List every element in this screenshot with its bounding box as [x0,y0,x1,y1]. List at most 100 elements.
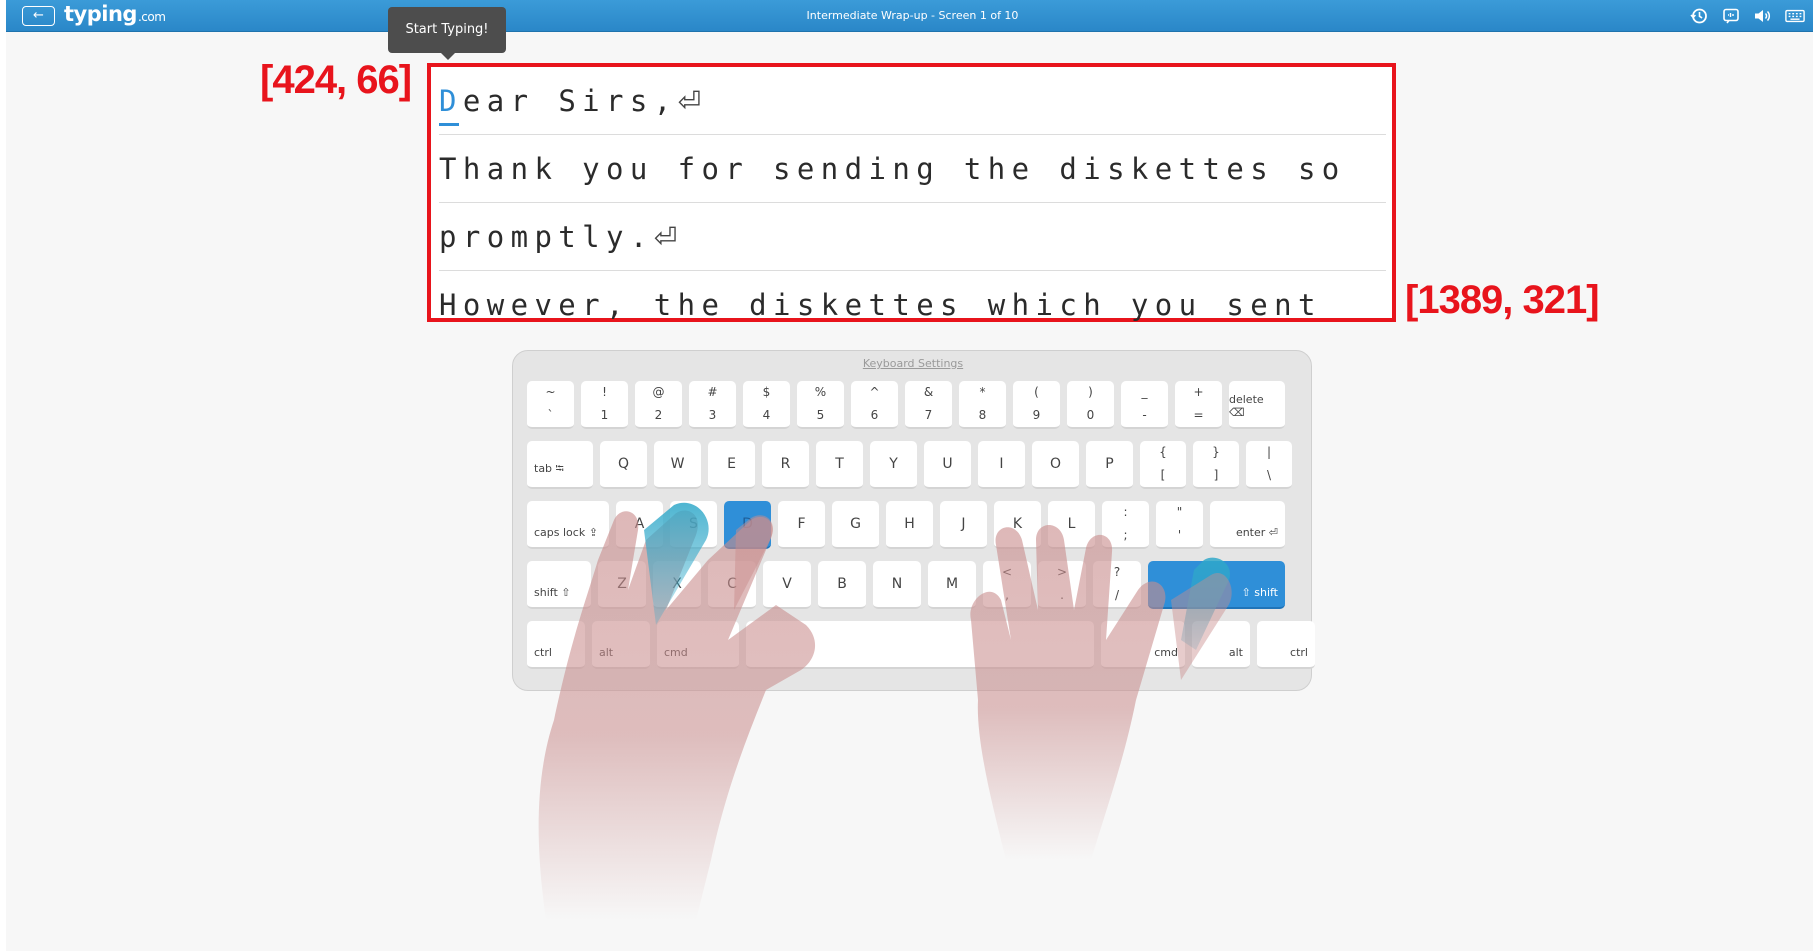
key-sym[interactable]: | \ [1246,441,1292,489]
key-char: ` [547,408,554,422]
volume-icon[interactable] [1753,6,1773,26]
key-alt-right[interactable]: alt [1192,621,1250,669]
key-sym[interactable]: _ - [1121,381,1168,429]
key-ctrl-left[interactable]: ctrl [527,621,585,669]
text-line-content: promptly. [439,220,654,254]
key-sym[interactable]: }] [1193,441,1239,489]
key-label: V [782,576,792,592]
text-line-content: Thank you for sending the diskettes so [439,152,1346,186]
key-o[interactable]: O [1032,441,1079,489]
key-label: delete ⌫ [1229,393,1264,419]
key-sym[interactable]: + = [1175,381,1222,429]
key-tab[interactable]: tab ⭾ [527,441,593,489]
key-enter[interactable]: enter ⏎ [1210,501,1285,549]
key-label: W [670,456,685,472]
key-char: [ [1160,468,1166,482]
key-label: C [727,576,737,592]
key-4[interactable]: $4 [743,381,790,429]
key-b[interactable]: B [818,561,866,609]
key-char: ; [1123,528,1128,542]
key-char: 0 [1086,408,1095,422]
cursor-character: D [439,84,463,118]
key-shift-right[interactable]: ⇧ shift [1148,561,1285,609]
key-2[interactable]: @2 [635,381,682,429]
key-label: M [945,576,959,592]
key-shift-char: : [1123,505,1128,519]
key-ctrl-right[interactable]: ctrl [1257,621,1315,669]
key-d[interactable]: D [724,501,771,549]
key-u[interactable]: U [924,441,971,489]
key-sym[interactable]: " ' [1156,501,1203,549]
key-sym[interactable]: {[ [1140,441,1186,489]
key-c[interactable]: C [708,561,756,609]
key-label: cmd [664,646,688,659]
key-3[interactable]: #3 [689,381,736,429]
typing-text-area[interactable]: Dear Sirs,⏎ Thank you for sending the di… [427,63,1396,322]
key-cmd-left[interactable]: cmd [657,621,739,669]
key-8[interactable]: * 8 [959,381,1006,429]
voice-icon[interactable] [1721,6,1741,26]
key-p[interactable]: P [1086,441,1133,489]
text-line-content: However, the diskettes which you sent [439,288,1322,322]
top-bar: ← typing.com Intermediate Wrap-up - Scre… [6,0,1813,32]
key-delete[interactable]: delete ⌫ [1229,381,1285,429]
key-label: ctrl [1290,646,1308,659]
key-i[interactable]: I [978,441,1025,489]
key-y[interactable]: Y [870,441,917,489]
key-sym[interactable]: <, [983,561,1031,609]
key-char: = [1193,408,1204,422]
key-shift-left[interactable]: shift ⇧ [527,561,591,609]
text-line-content: ear Sirs, [462,84,678,118]
key-k[interactable]: K [994,501,1041,549]
key-1[interactable]: ! 1 [581,381,628,429]
history-icon[interactable] [1689,6,1709,26]
key-label: N [891,576,903,592]
key-label: I [999,456,1004,472]
start-typing-tooltip: Start Typing! [388,7,506,60]
key-label: X [672,576,682,592]
key-shift-char: { [1159,445,1167,459]
key-sym[interactable]: ~ ` [527,381,574,429]
key-shift-char: @ [652,385,665,399]
key-z[interactable]: Z [598,561,646,609]
key-n[interactable]: N [873,561,921,609]
key-h[interactable]: H [886,501,933,549]
key-caps-lock[interactable]: caps lock ⇪ [527,501,609,549]
keyboard-icon[interactable] [1785,6,1805,26]
key-r[interactable]: R [762,441,809,489]
key-sym[interactable]: ? / [1093,561,1141,609]
key-char: 9 [1032,408,1041,422]
key-l[interactable]: L [1048,501,1095,549]
key-char: 3 [708,408,717,422]
key-9[interactable]: (9 [1013,381,1060,429]
key-char: ] [1213,468,1219,482]
key-label: Z [617,576,627,592]
key-sym[interactable]: >. [1038,561,1086,609]
key-5[interactable]: % 5 [797,381,844,429]
key-j[interactable]: J [940,501,987,549]
key-0[interactable]: ) 0 [1067,381,1114,429]
key-s[interactable]: S [670,501,717,549]
key-space[interactable] [746,621,1094,669]
key-7[interactable]: & 7 [905,381,952,429]
key-t[interactable]: T [816,441,863,489]
keyboard-settings-link[interactable]: Keyboard Settings [513,357,1313,370]
key-char: ' [1177,528,1182,542]
key-char: \ [1266,468,1272,482]
key-a[interactable]: A [616,501,663,549]
key-g[interactable]: G [832,501,879,549]
key-m[interactable]: M [928,561,976,609]
key-6[interactable]: ^ 6 [851,381,898,429]
key-w[interactable]: W [654,441,701,489]
key-e[interactable]: E [708,441,755,489]
top-icons [1689,6,1805,26]
key-x[interactable]: X [653,561,701,609]
key-v[interactable]: V [763,561,811,609]
key-shift-char: _ [1141,385,1148,399]
key-f[interactable]: F [778,501,825,549]
key-q[interactable]: Q [600,441,647,489]
key-sym[interactable]: :; [1102,501,1149,549]
key-char: 5 [816,408,825,422]
key-alt-left[interactable]: alt [592,621,650,669]
key-cmd-right[interactable]: cmd [1101,621,1185,669]
